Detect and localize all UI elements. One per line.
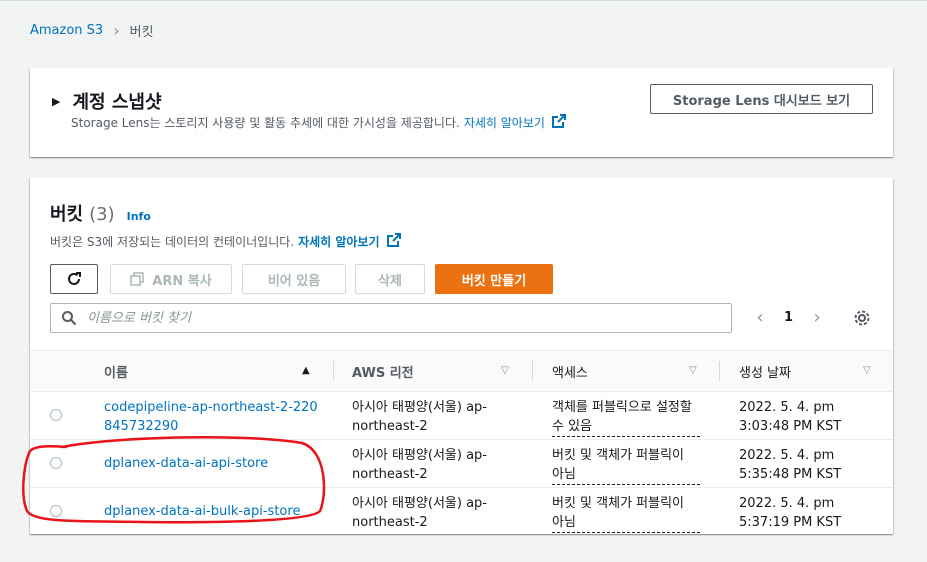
sort-icon[interactable]: ▽ <box>689 365 697 376</box>
bucket-access: 객체를 퍼블릭으로 설정할 수 있음 <box>552 398 700 437</box>
bucket-created: 2022. 5. 4. pm 3:03:48 PM KST <box>739 400 842 434</box>
chevron-right-icon: › <box>113 20 120 40</box>
bucket-region: 아시아 태평양(서울) ap-northeast-2 <box>352 448 487 482</box>
sort-icon[interactable]: ▽ <box>863 365 871 376</box>
account-snapshot-panel: ▶ 계정 스냅샷 Storage Lens는 스토리지 사용량 및 활동 추세에… <box>30 68 893 157</box>
column-divider <box>719 361 720 381</box>
buckets-panel: 버킷 (3) Info 버킷은 S3에 저장되는 데이터의 컨테이너입니다. 자… <box>30 178 893 534</box>
next-page-icon[interactable]: › <box>807 307 827 328</box>
refresh-button[interactable] <box>50 264 98 294</box>
buckets-description-text: 버킷은 S3에 저장되는 데이터의 컨테이너입니다. <box>50 235 295 249</box>
sort-ascending-icon[interactable]: ▲ <box>302 365 310 376</box>
bucket-name-link[interactable]: codepipeline-ap-northeast-2-220845732290 <box>104 398 319 436</box>
column-access-label: 액세스 <box>552 365 588 381</box>
bucket-region: 아시아 태평양(서울) ap-northeast-2 <box>352 400 487 434</box>
bucket-access: 버킷 및 객체가 퍼블릭이 아님 <box>552 446 700 485</box>
account-snapshot-toggle[interactable]: ▶ 계정 스냅샷 <box>52 88 162 114</box>
bucket-name-link[interactable]: dplanex-data-ai-api-store <box>104 454 319 473</box>
pagination: ‹ 1 › <box>750 307 827 328</box>
table-settings-button[interactable] <box>853 309 871 331</box>
bucket-region: 아시아 태평양(서울) ap-northeast-2 <box>352 496 487 530</box>
sort-icon[interactable]: ▽ <box>501 365 509 376</box>
column-divider <box>333 361 334 381</box>
breadcrumb: Amazon S3 › 버킷 <box>30 21 154 40</box>
snapshot-description-text: Storage Lens는 스토리지 사용량 및 활동 추세에 대한 가시성을 … <box>71 116 460 130</box>
table-row[interactable]: codepipeline-ap-northeast-2-220845732290… <box>30 392 893 440</box>
prev-page-icon[interactable]: ‹ <box>750 307 770 328</box>
copy-icon <box>130 272 145 286</box>
table-row[interactable]: dplanex-data-ai-bulk-api-store 아시아 태평양(서… <box>30 488 893 535</box>
caret-right-icon: ▶ <box>52 94 61 108</box>
refresh-icon <box>68 272 81 285</box>
bucket-search <box>50 303 732 333</box>
row-radio[interactable] <box>50 505 62 517</box>
buckets-table: 이름 ▲ AWS 리전 ▽ 액세스 ▽ 생성 날짜 ▽ codepipeline… <box>30 350 893 535</box>
empty-button[interactable]: 비어 있음 <box>242 264 346 294</box>
search-input[interactable] <box>85 309 689 327</box>
copy-arn-label: ARN 복사 <box>152 273 212 289</box>
buckets-header: 버킷 (3) Info <box>50 200 151 226</box>
column-divider <box>532 361 533 381</box>
bucket-created: 2022. 5. 4. pm 5:35:48 PM KST <box>739 448 842 482</box>
buckets-learn-more-link[interactable]: 자세히 알아보기 <box>298 233 379 250</box>
copy-arn-button[interactable]: ARN 복사 <box>110 264 232 294</box>
gear-icon <box>854 310 870 326</box>
storage-lens-dashboard-button[interactable]: Storage Lens 대시보드 보기 <box>650 84 873 114</box>
account-snapshot-description: Storage Lens는 스토리지 사용량 및 활동 추세에 대한 가시성을 … <box>71 114 566 131</box>
snapshot-learn-more-link[interactable]: 자세히 알아보기 <box>464 114 545 131</box>
bucket-name-link[interactable]: dplanex-data-ai-bulk-api-store <box>104 502 319 521</box>
row-radio[interactable] <box>50 457 62 469</box>
buckets-description: 버킷은 S3에 저장되는 데이터의 컨테이너입니다. 자세히 알아보기 <box>50 233 401 250</box>
page-number[interactable]: 1 <box>784 310 793 325</box>
column-access[interactable]: 액세스 <box>552 351 588 391</box>
column-created[interactable]: 생성 날짜 <box>739 351 791 391</box>
table-header: 이름 ▲ AWS 리전 ▽ 액세스 ▽ 생성 날짜 ▽ <box>30 350 893 392</box>
account-snapshot-title: 계정 스냅샷 <box>72 92 162 113</box>
buckets-title: 버킷 <box>50 204 84 225</box>
create-bucket-button[interactable]: 버킷 만들기 <box>435 264 553 294</box>
bucket-access: 버킷 및 객체가 퍼블릭이 아님 <box>552 494 700 533</box>
breadcrumb-amazon-s3[interactable]: Amazon S3 <box>30 23 103 38</box>
external-link-icon <box>386 233 401 250</box>
column-region-label: AWS 리전 <box>352 365 414 381</box>
external-link-icon <box>551 114 566 131</box>
column-name[interactable]: 이름 <box>104 351 128 391</box>
row-radio[interactable] <box>50 409 62 421</box>
info-link[interactable]: Info <box>127 210 151 223</box>
buckets-count: (3) <box>89 204 115 225</box>
delete-button[interactable]: 삭제 <box>355 264 425 294</box>
column-created-label: 생성 날짜 <box>739 365 791 381</box>
search-icon <box>62 311 77 326</box>
column-region[interactable]: AWS 리전 <box>352 351 414 391</box>
breadcrumb-current: 버킷 <box>129 25 154 40</box>
column-name-label: 이름 <box>104 365 128 381</box>
bucket-created: 2022. 5. 4. pm 5:37:19 PM KST <box>739 496 842 530</box>
table-row[interactable]: dplanex-data-ai-api-store 아시아 태평양(서울) ap… <box>30 440 893 488</box>
